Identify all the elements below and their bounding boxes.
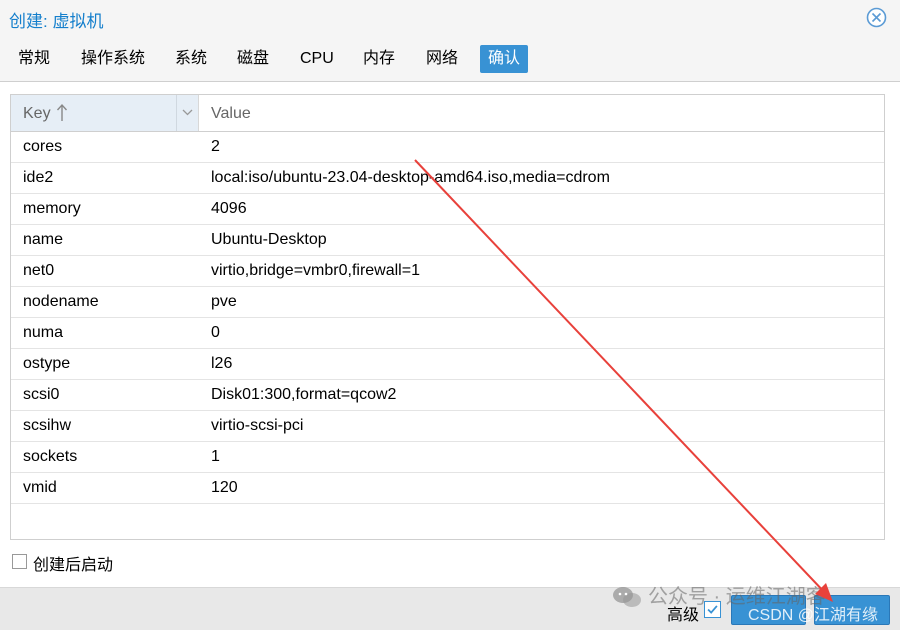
row-value: Ubuntu-Desktop xyxy=(211,231,327,248)
table-row[interactable]: vmid 120 xyxy=(11,473,884,504)
table-row[interactable]: memory 4096 xyxy=(11,194,884,225)
watermark-csdn: CSDN @江湖有缘 xyxy=(748,607,879,624)
row-key: cores xyxy=(23,138,63,155)
row-key: numa xyxy=(23,324,64,341)
wizard-tabs: 常规 操作系统 系统 磁盘 CPU 内存 网络 确认 xyxy=(0,36,900,82)
table-row[interactable]: cores 2 xyxy=(11,132,884,163)
table-row[interactable]: nodename pve xyxy=(11,287,884,318)
title-bar: 创建: 虚拟机 xyxy=(0,0,900,36)
row-value: virtio-scsi-pci xyxy=(211,417,304,434)
table-row[interactable]: name Ubuntu-Desktop xyxy=(11,225,884,256)
tab-confirm[interactable]: 确认 xyxy=(480,45,529,73)
table-row[interactable]: scsi0 Disk01:300,format=qcow2 xyxy=(11,380,884,411)
table-row[interactable]: ostype l26 xyxy=(11,349,884,380)
row-value: l26 xyxy=(211,355,233,372)
row-key: memory xyxy=(23,200,81,217)
row-value: 2 xyxy=(211,138,220,155)
row-key: ostype xyxy=(23,355,71,372)
row-value: 4096 xyxy=(211,200,247,217)
table-row[interactable]: sockets 1 xyxy=(11,442,884,473)
tab-cpu[interactable]: CPU xyxy=(292,45,342,73)
table-row[interactable]: ide2 local:iso/ubuntu-23.04-desktop-amd64… xyxy=(11,163,884,194)
wechat-icon xyxy=(613,587,641,607)
close-icon[interactable] xyxy=(866,7,887,28)
value-column-header[interactable]: Value xyxy=(211,105,251,123)
tab-system[interactable]: 系统 xyxy=(167,45,215,73)
row-key: ide2 xyxy=(23,169,54,186)
tab-os[interactable]: 操作系统 xyxy=(73,45,153,73)
row-value: virtio,bridge=vmbr0,firewall=1 xyxy=(211,262,420,279)
grid-body: cores 2 ide2 local:iso/ubuntu-23.04-deskto… xyxy=(11,132,884,504)
dialog-title: 创建: 虚拟机 xyxy=(9,12,104,31)
row-value: Disk01:300,format=qcow2 xyxy=(211,386,397,403)
row-key: scsi0 xyxy=(23,386,60,403)
create-vm-dialog: 创建: 虚拟机 常规 操作系统 系统 磁盘 CPU 内存 网络 确认 Key V… xyxy=(0,0,900,630)
start-after-create-checkbox[interactable] xyxy=(12,554,27,569)
chevron-down-icon xyxy=(182,109,193,116)
table-row[interactable]: numa 0 xyxy=(11,318,884,349)
sort-ascending-icon xyxy=(56,103,68,121)
row-key: name xyxy=(23,231,64,248)
row-key: scsihw xyxy=(23,417,72,434)
column-menu-trigger[interactable] xyxy=(176,95,198,131)
row-value: 0 xyxy=(211,324,220,341)
tab-general[interactable]: 常规 xyxy=(10,45,58,73)
row-key: nodename xyxy=(23,293,99,310)
table-row[interactable]: scsihw virtio-scsi-pci xyxy=(11,411,884,442)
table-row[interactable]: net0 virtio,bridge=vmbr0,firewall=1 xyxy=(11,256,884,287)
key-column-header[interactable]: Key xyxy=(11,95,199,131)
start-after-create-label: 创建后启动 xyxy=(33,557,114,574)
tab-memory[interactable]: 内存 xyxy=(355,45,403,73)
grid-header: Key Value xyxy=(11,95,884,132)
tab-disk[interactable]: 磁盘 xyxy=(229,45,277,73)
summary-grid: Key Value cores 2 ide2 local:iso/ubuntu-23… xyxy=(10,94,885,540)
row-key: sockets xyxy=(23,448,78,465)
row-value: local:iso/ubuntu-23.04-desktop-amd64.iso… xyxy=(211,169,610,186)
tab-network[interactable]: 网络 xyxy=(418,45,466,73)
row-value: 120 xyxy=(211,479,238,496)
key-column-label: Key xyxy=(23,105,51,122)
row-value: pve xyxy=(211,293,237,310)
row-key: vmid xyxy=(23,479,57,496)
row-key: net0 xyxy=(23,262,55,279)
row-value: 1 xyxy=(211,448,220,465)
